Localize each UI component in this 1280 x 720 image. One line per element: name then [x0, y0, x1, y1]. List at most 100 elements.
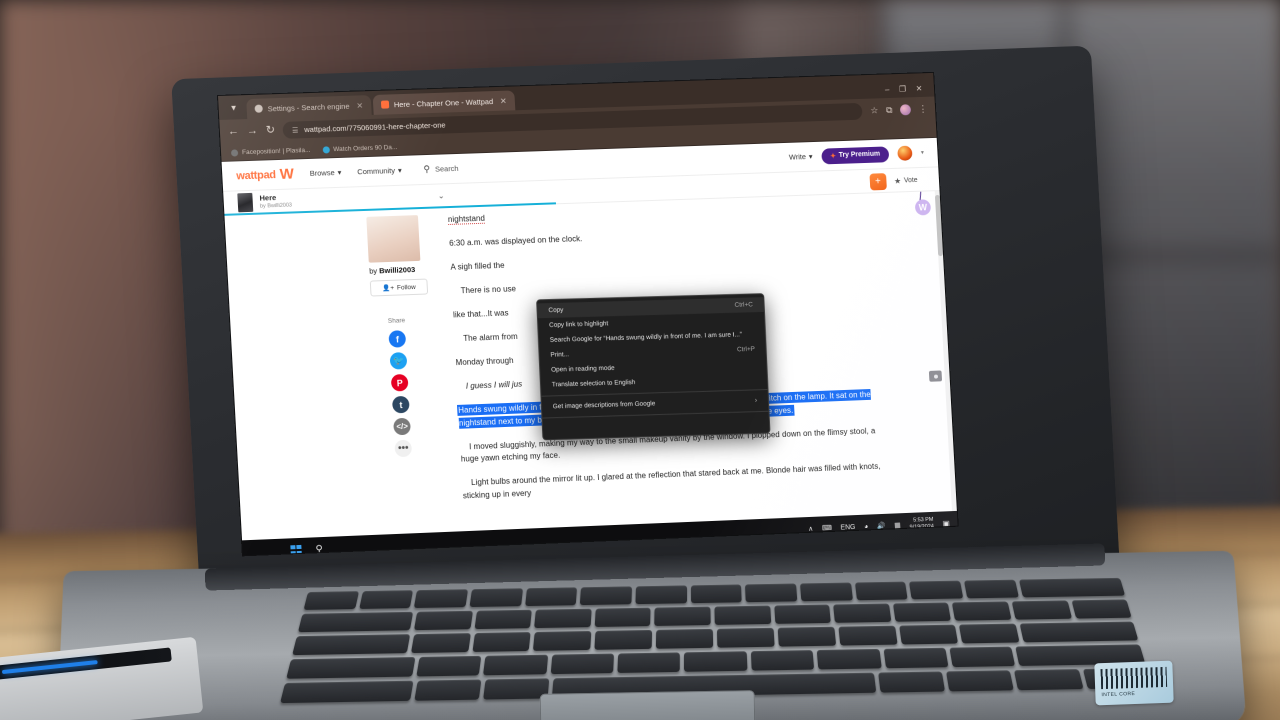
menu-item-label: Open in reading mode: [550, 364, 615, 374]
address-bar-url: wattpad.com/775060991-here-chapter-one: [304, 120, 446, 135]
share-tumblr-icon[interactable]: t: [392, 395, 410, 414]
share-facebook-icon[interactable]: f: [388, 330, 407, 348]
chevron-down-icon[interactable]: ▾: [921, 149, 924, 156]
share-embed-icon[interactable]: </>: [393, 417, 412, 436]
chapter-dropdown-chevron-icon[interactable]: ⌄: [438, 191, 445, 200]
author-byline: by Bwilli2003: [369, 265, 415, 276]
site-info-icon[interactable]: ☰: [292, 126, 299, 134]
search-label: Search: [434, 163, 459, 174]
back-icon[interactable]: ←: [228, 125, 240, 137]
chevron-down-icon: ▾: [337, 167, 342, 177]
story-meta: Here by Bwilli2003: [259, 193, 293, 210]
bookmark-favicon: [322, 145, 330, 154]
nav-browse[interactable]: Browse ▾: [310, 168, 342, 178]
share-more-icon[interactable]: •••: [394, 439, 413, 458]
tab-title: Here - Chapter One - Wattpad: [393, 96, 494, 109]
window-controls: – ❐ ✕: [885, 84, 931, 98]
follow-label: Follow: [396, 283, 416, 292]
forward-icon[interactable]: →: [247, 125, 259, 137]
author-image: [366, 215, 421, 263]
sticker-label: INTEL CORE: [1101, 690, 1136, 699]
add-person-icon: 👤+: [382, 284, 395, 293]
laptop-screen: ▼ Settings - Search engine ✕ Here - Chap…: [218, 72, 958, 556]
photo-scene: INTEL CORE ▼ Settings - Search engine ✕ …: [0, 0, 1280, 720]
menu-item-label: Copy: [548, 306, 564, 315]
laptop-spec-sticker: INTEL CORE: [1094, 660, 1174, 706]
vote-label: Vote: [903, 176, 918, 185]
wattpad-logo-mark: W: [279, 165, 295, 183]
menu-item-label: Search Google for “Hands swung wildly in…: [549, 331, 743, 344]
search-icon: ⚲: [423, 163, 431, 175]
wattpad-icon: [380, 100, 390, 109]
bookmark-label: Watch Orders 90 Da...: [333, 143, 398, 153]
comment-bubble-icon[interactable]: [928, 370, 943, 382]
close-icon[interactable]: ✕: [356, 101, 363, 110]
context-menu[interactable]: Copy Ctrl+C Copy link to highlight Searc…: [536, 293, 771, 441]
context-menu-item-inspect[interactable]: [543, 415, 770, 437]
follow-button[interactable]: 👤+ Follow: [369, 278, 429, 297]
wattpad-logo[interactable]: wattpad W: [236, 165, 295, 183]
paragraph: A sigh filled the: [450, 260, 505, 272]
story-actions: + ★ Vote: [869, 172, 918, 191]
paragraph: There is no use: [460, 284, 517, 296]
share-label: Share: [387, 317, 406, 325]
bookmark-item[interactable]: Faceposition! | Plasila...: [230, 146, 311, 157]
sparkle-icon: ✦: [829, 152, 837, 160]
paragraph: Light bulbs around the mirror lit up. I …: [462, 462, 881, 501]
close-icon[interactable]: ✕: [500, 96, 507, 105]
search-button[interactable]: ⚲ Search: [423, 163, 459, 175]
add-to-library-button[interactable]: +: [869, 173, 887, 191]
tab-search-icon[interactable]: ▼: [224, 98, 243, 117]
misspelled-word: nightstand: [447, 213, 486, 225]
language-indicator[interactable]: ENG: [840, 523, 855, 531]
share-panel: Share f 🐦 P t </> •••: [387, 317, 413, 458]
menu-item-label: Copy link to highlight: [548, 320, 609, 329]
menu-item-accelerator: Ctrl+P: [736, 345, 756, 354]
wattpad-page: wattpad W Browse ▾ Community ▾ ⚲ Search: [221, 137, 957, 541]
byline-prefix: by: [368, 266, 380, 276]
bookmark-favicon: [230, 148, 239, 157]
try-premium-button[interactable]: ✦ Try Premium: [820, 145, 890, 164]
minimize-button[interactable]: –: [885, 85, 890, 94]
share-twitter-icon[interactable]: 🐦: [389, 352, 408, 370]
maximize-button[interactable]: ❐: [899, 85, 906, 94]
menu-item-accelerator: Ctrl+C: [734, 301, 754, 309]
close-button[interactable]: ✕: [916, 84, 923, 93]
menu-item-label: Translate selection to English: [551, 379, 636, 389]
toolbar-icons: ☆ ⧉ ⋮: [870, 104, 928, 117]
story-cover-thumbnail[interactable]: [237, 192, 254, 213]
browser-menu-icon[interactable]: ⋮: [918, 104, 927, 115]
reload-icon[interactable]: ↻: [266, 124, 276, 136]
avatar[interactable]: [897, 145, 913, 161]
wifi-icon[interactable]: ◕: [864, 523, 868, 530]
write-label: Write: [788, 152, 807, 162]
story-author: by Bwilli2003: [259, 202, 293, 210]
bookmark-star-icon[interactable]: ☆: [870, 105, 878, 116]
left-rail: by Bwilli2003 👤+ Follow Share f 🐦 P t </…: [224, 209, 441, 540]
extensions-icon[interactable]: ⧉: [886, 105, 893, 116]
nav-community[interactable]: Community ▾: [357, 166, 402, 176]
chevron-down-icon: ▾: [397, 165, 402, 175]
bookmark-label: Faceposition! | Plasila...: [241, 146, 311, 156]
header-right-group: Write ▾ ✦ Try Premium ▾: [789, 145, 925, 165]
write-menu[interactable]: Write ▾: [789, 152, 813, 162]
vote-button[interactable]: ★ Vote: [894, 176, 918, 186]
gear-icon: [254, 104, 263, 113]
chevron-down-icon: ▾: [808, 151, 813, 161]
chevron-right-icon: ›: [754, 397, 758, 405]
byline-author-name: Bwilli2003: [378, 265, 416, 276]
nav-browse-label: Browse: [309, 168, 335, 178]
battery-icon[interactable]: ▦: [894, 521, 901, 529]
laptop-trackpad: [539, 690, 756, 720]
nav-community-label: Community: [357, 166, 396, 177]
wattpad-logo-text: wattpad: [236, 168, 277, 182]
profile-avatar-icon[interactable]: [899, 104, 912, 116]
menu-item-label: Print...: [550, 351, 570, 359]
star-icon: ★: [893, 176, 902, 186]
menu-item-label: Get image descriptions from Google: [552, 400, 656, 411]
browser-tab-settings[interactable]: Settings - Search engine ✕: [246, 95, 372, 120]
share-pinterest-icon[interactable]: P: [390, 373, 409, 392]
tab-title: Settings - Search engine: [267, 101, 350, 113]
tray-expand-chevron-icon[interactable]: ∧: [808, 525, 813, 533]
bookmark-item[interactable]: Watch Orders 90 Da...: [322, 143, 398, 154]
